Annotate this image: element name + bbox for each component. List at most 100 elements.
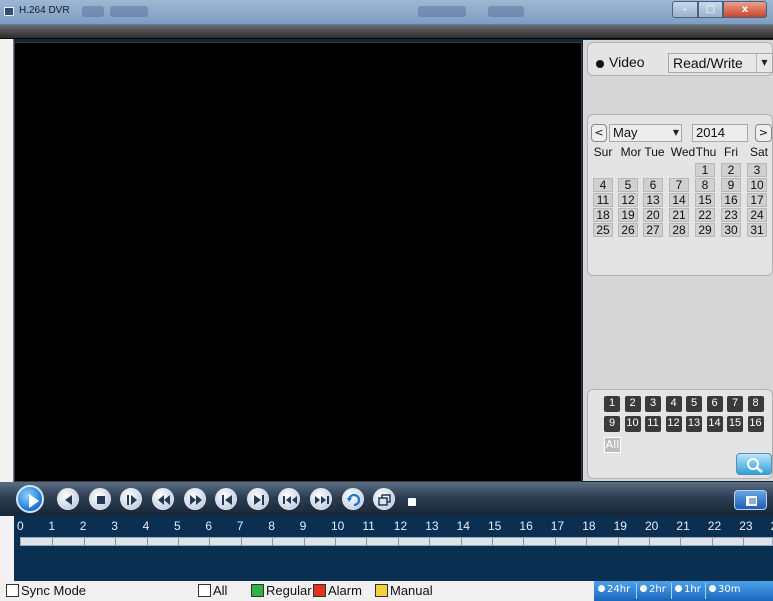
hour-tick bbox=[523, 538, 525, 546]
calendar-day[interactable]: 16 bbox=[721, 193, 741, 207]
calendar-day[interactable]: 11 bbox=[593, 193, 613, 207]
calendar-day[interactable]: 23 bbox=[721, 208, 741, 222]
calendar-day[interactable]: 17 bbox=[747, 193, 767, 207]
calendar-day[interactable]: 1 bbox=[695, 163, 715, 177]
manual-checkbox[interactable]: Manual bbox=[375, 583, 433, 599]
channel-button[interactable]: 3 bbox=[645, 396, 661, 412]
video-radio[interactable] bbox=[596, 60, 604, 68]
file-list-button[interactable] bbox=[734, 490, 767, 510]
channel-button[interactable]: 12 bbox=[665, 416, 682, 432]
calendar-day[interactable]: 29 bbox=[695, 223, 715, 237]
channel-button[interactable]: 5 bbox=[686, 396, 702, 412]
calendar-day[interactable]: 26 bbox=[618, 223, 638, 237]
next-month-button[interactable]: > bbox=[755, 124, 772, 142]
hour-tick bbox=[711, 538, 713, 546]
channel-button[interactable]: 15 bbox=[727, 416, 743, 432]
maximize-button[interactable]: □ bbox=[698, 1, 723, 18]
range-option-30m[interactable]: 30m bbox=[709, 584, 740, 595]
alarm-checkbox[interactable]: Alarm bbox=[313, 583, 362, 599]
channel-button[interactable]: 16 bbox=[747, 416, 764, 432]
channel-button[interactable]: 13 bbox=[686, 416, 702, 432]
channel-button[interactable]: 7 bbox=[727, 396, 743, 412]
calendar-day[interactable]: 22 bbox=[695, 208, 715, 222]
stop-button[interactable] bbox=[89, 488, 111, 510]
channel-button[interactable]: 14 bbox=[706, 416, 723, 432]
channel-button[interactable]: 6 bbox=[706, 396, 723, 412]
play-button[interactable] bbox=[16, 485, 44, 513]
step-forward-button[interactable] bbox=[120, 488, 142, 510]
next-frame-button[interactable] bbox=[247, 488, 269, 510]
hour-tick bbox=[303, 538, 305, 546]
month-value: May bbox=[613, 125, 638, 140]
calendar-day[interactable]: 7 bbox=[669, 178, 689, 192]
video-label: Video bbox=[609, 54, 645, 70]
previous-month-button[interactable]: < bbox=[591, 124, 607, 142]
channel-button[interactable]: 2 bbox=[624, 396, 641, 412]
minimize-button[interactable]: – bbox=[672, 1, 698, 18]
calendar-day[interactable]: 2 bbox=[721, 163, 741, 177]
chevron-down-icon: ▼ bbox=[672, 128, 679, 137]
access-select[interactable]: Read/Write ▼ bbox=[668, 53, 773, 73]
search-button[interactable] bbox=[736, 453, 772, 475]
year-input[interactable]: 2014 bbox=[692, 124, 748, 142]
calendar-day[interactable]: 27 bbox=[643, 223, 663, 237]
calendar-day[interactable]: 14 bbox=[669, 193, 689, 207]
range-label: 24hr bbox=[607, 584, 631, 595]
calendar-day[interactable]: 24 bbox=[747, 208, 767, 222]
regular-checkbox[interactable]: Regular bbox=[251, 583, 312, 599]
channel-button[interactable]: 9 bbox=[604, 416, 620, 432]
channel-button[interactable]: 8 bbox=[747, 396, 764, 412]
calendar-day[interactable]: 12 bbox=[618, 193, 638, 207]
hour-label: 19 bbox=[613, 519, 627, 533]
calendar-day[interactable]: 13 bbox=[643, 193, 663, 207]
reverse-play-button[interactable] bbox=[57, 488, 79, 510]
next-file-button[interactable] bbox=[310, 488, 332, 510]
legend-bar: Sync Mode All Regular Alarm Manual 24hr 2… bbox=[0, 581, 773, 601]
calendar-day[interactable]: 21 bbox=[669, 208, 689, 222]
range-option-2hr[interactable]: 2hr bbox=[640, 584, 666, 595]
channel-button[interactable]: 10 bbox=[624, 416, 641, 432]
timeline-track[interactable] bbox=[20, 537, 773, 546]
channel-button[interactable]: 1 bbox=[604, 396, 620, 412]
hour-label: 22 bbox=[707, 519, 722, 533]
previous-file-button[interactable] bbox=[278, 488, 300, 510]
calendar-day[interactable]: 18 bbox=[593, 208, 613, 222]
channel-button[interactable]: 4 bbox=[665, 396, 682, 412]
calendar-day[interactable]: 8 bbox=[695, 178, 715, 192]
close-button[interactable]: x bbox=[723, 1, 767, 18]
fullscreen-button[interactable] bbox=[373, 488, 395, 510]
calendar-day[interactable]: 31 bbox=[747, 223, 767, 237]
calendar-day[interactable]: 6 bbox=[643, 178, 663, 192]
calendar-day[interactable]: 10 bbox=[747, 178, 767, 192]
fast-button[interactable] bbox=[184, 488, 206, 510]
range-option-1hr[interactable]: 1hr bbox=[675, 584, 701, 595]
calendar-day[interactable]: 28 bbox=[669, 223, 689, 237]
calendar-day[interactable]: 9 bbox=[721, 178, 741, 192]
calendar-day[interactable]: 19 bbox=[618, 208, 638, 222]
timeline[interactable]: 0123456789101112131415161718192021222324 bbox=[14, 516, 773, 581]
regular-color-swatch bbox=[251, 584, 264, 597]
all-type-checkbox[interactable]: All bbox=[198, 583, 227, 599]
calendar-day[interactable]: 20 bbox=[643, 208, 663, 222]
sync-mode-checkbox[interactable]: Sync Mode bbox=[6, 583, 86, 599]
refresh-button[interactable] bbox=[342, 488, 364, 510]
window-controls: – □ x bbox=[672, 1, 767, 18]
range-label: 1hr bbox=[684, 584, 701, 595]
weekday-header: Sur bbox=[593, 145, 613, 159]
all-channels-button[interactable]: All bbox=[604, 437, 621, 453]
slow-button[interactable] bbox=[152, 488, 174, 510]
range-option-24hr[interactable]: 24hr bbox=[598, 584, 630, 595]
calendar-day[interactable]: 4 bbox=[593, 178, 613, 192]
video-display[interactable] bbox=[14, 42, 582, 482]
hour-tick bbox=[586, 538, 588, 546]
hour-label: 1 bbox=[48, 519, 56, 533]
calendar-day[interactable]: 25 bbox=[593, 223, 613, 237]
month-select[interactable]: May ▼ bbox=[609, 124, 682, 142]
calendar-day[interactable]: 15 bbox=[695, 193, 715, 207]
calendar-day[interactable]: 3 bbox=[747, 163, 767, 177]
previous-frame-button[interactable] bbox=[215, 488, 237, 510]
channel-button[interactable]: 11 bbox=[645, 416, 661, 432]
calendar-day[interactable]: 5 bbox=[618, 178, 638, 192]
calendar-day[interactable]: 30 bbox=[721, 223, 741, 237]
hour-label: 20 bbox=[645, 519, 659, 533]
